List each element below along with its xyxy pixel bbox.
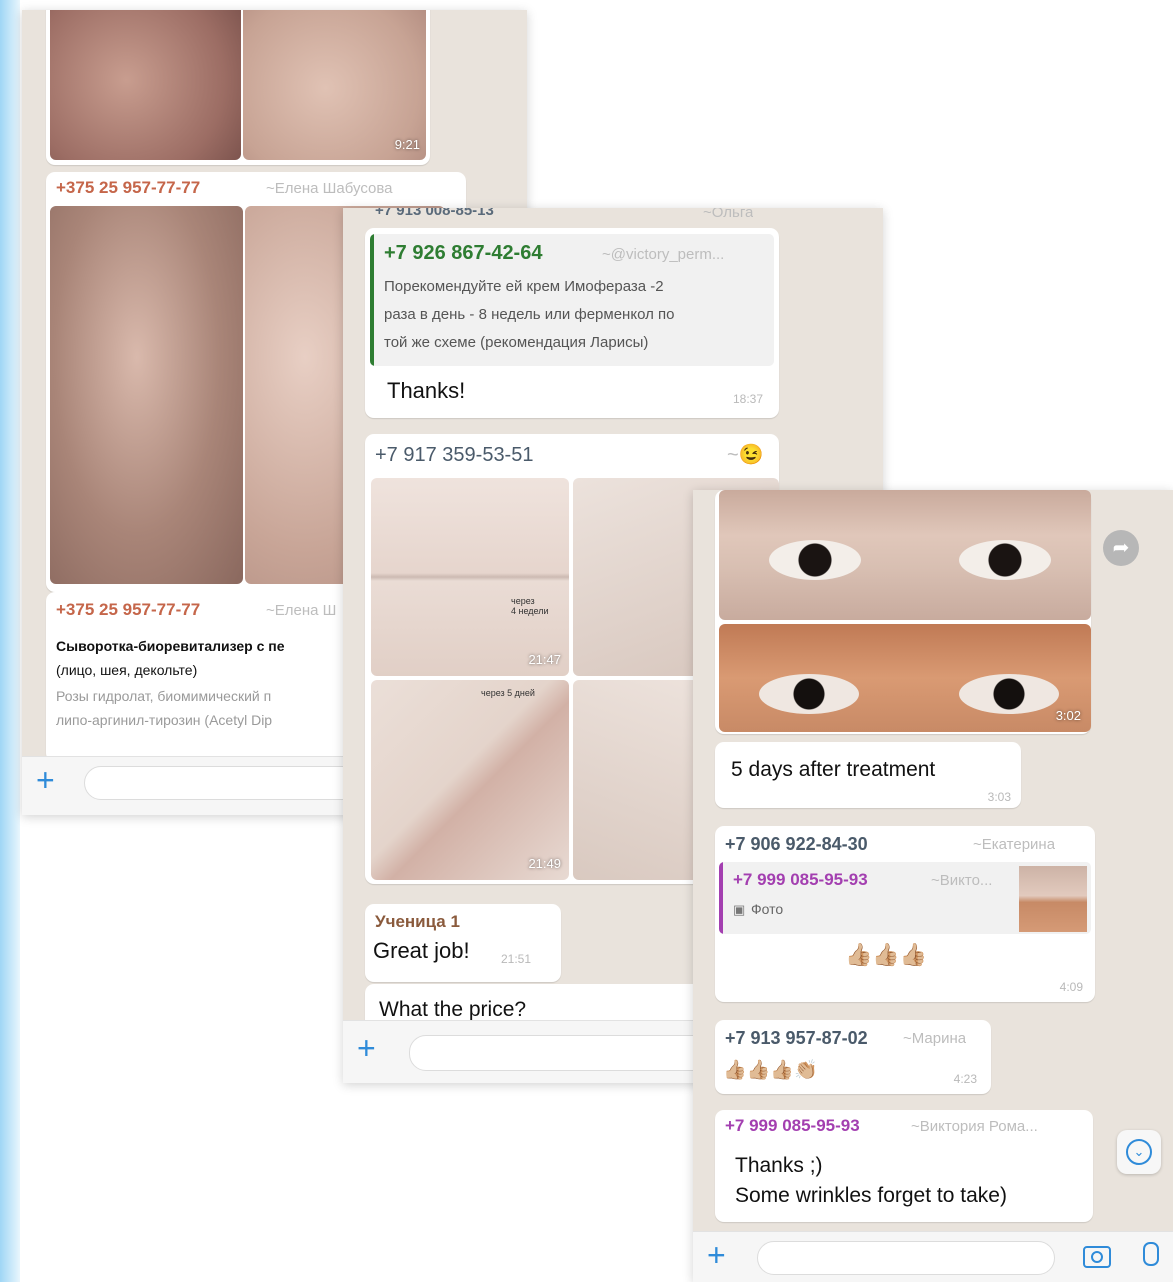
sender-alias: ~😉: [727, 444, 764, 466]
quoted-sender-phone: +7 926 867-42-64: [384, 242, 543, 264]
sender-name[interactable]: Ученица 1: [375, 912, 460, 932]
eyes-photo-top[interactable]: [719, 490, 1091, 620]
belly-photo-3[interactable]: через 5 дней 21:49: [371, 680, 569, 880]
reply-message-great-job[interactable]: Ученица 1 Great job! 21:51: [365, 904, 561, 982]
message-text: Great job!: [373, 938, 470, 963]
message-time: 4:09: [1059, 980, 1083, 994]
reaction-emoji: 👍🏼👍🏼👍🏼👏🏼: [723, 1060, 818, 1081]
message-time: 9:21: [394, 137, 420, 152]
cut-header-phone: +7 913 008-85-13: [375, 208, 494, 219]
quoted-text-line-1: Порекомендуйте ей крем Имофераза -2: [384, 278, 664, 295]
sender-phone[interactable]: +7 906 922-84-30: [725, 834, 868, 855]
photo-time: 3:02: [1055, 708, 1081, 723]
reply-message-thanks[interactable]: +7 926 867-42-64 ~@victory_perm... Порек…: [365, 228, 779, 418]
sender-alias: ~Екатерина: [973, 836, 1056, 853]
quote-bar: [719, 862, 723, 934]
camera-icon[interactable]: [1083, 1246, 1111, 1268]
product-title: Сыворотка-биоревитализер с пе: [56, 638, 285, 654]
scroll-down-icon[interactable]: ⌄: [1117, 1130, 1161, 1174]
message-time: 3:03: [987, 790, 1011, 804]
eye-shape: [769, 540, 861, 580]
sender-alias: ~Виктория Рома...: [911, 1118, 1038, 1135]
quoted-text-line-2: раза в день - 8 недель или ферменкол по: [384, 306, 675, 323]
plus-icon[interactable]: +: [357, 1031, 376, 1065]
message-text-line-2: Some wrinkles forget to take): [735, 1184, 1007, 1207]
eyes-photo-bottom[interactable]: 3:02: [719, 624, 1091, 732]
quoted-message[interactable]: +7 926 867-42-64 ~@victory_perm... Порек…: [370, 234, 774, 366]
sender-alias: ~Елена Шабусова: [266, 180, 393, 197]
sender-phone[interactable]: +7 917 359-53-51: [375, 444, 533, 467]
thumbs-up-emoji: 👍🏼👍🏼👍🏼: [845, 942, 928, 967]
sender-phone[interactable]: +375 25 957-77-77: [56, 600, 200, 620]
belly-photo-1[interactable]: через 4 недели 21:47: [371, 478, 569, 676]
eye-wrinkles-photo-before[interactable]: [50, 206, 243, 584]
message-text: Thanks!: [387, 378, 466, 403]
plus-icon[interactable]: +: [36, 763, 55, 797]
product-ingredients-line-1: Розы гидролат, биомимический п: [56, 688, 272, 704]
eye-shape: [959, 540, 1051, 580]
sender-phone[interactable]: +7 913 957-87-02: [725, 1028, 868, 1049]
quoted-label: Фото: [751, 901, 784, 917]
chat-screenshot-3: 3:02 ➦ 5 days after treatment 3:03 +7 90…: [693, 490, 1173, 1282]
message-5-days[interactable]: 5 days after treatment 3:03: [715, 742, 1021, 808]
photo-caption: через 4 недели: [511, 596, 549, 616]
product-subtitle: (лицо, шея, декольте): [56, 662, 198, 678]
microphone-icon[interactable]: [1143, 1242, 1159, 1266]
quoted-thumbnail: [1019, 866, 1087, 932]
photo-time: 21:47: [528, 652, 561, 667]
eye-shape: [759, 674, 859, 714]
photo-caption: через 5 дней: [481, 688, 535, 698]
message-thumbs-clap[interactable]: +7 913 957-87-02 ~Марина 👍🏼👍🏼👍🏼👏🏼 4:23: [715, 1020, 991, 1094]
eye-shape: [959, 674, 1059, 714]
quote-bar: [370, 234, 374, 366]
sender-alias: ~Елена Ш: [266, 602, 337, 619]
sender-phone[interactable]: +7 999 085-95-93: [725, 1116, 860, 1136]
sender-phone[interactable]: +375 25 957-77-77: [56, 178, 200, 198]
plus-icon[interactable]: +: [707, 1238, 726, 1272]
forward-icon[interactable]: ➦: [1103, 530, 1139, 566]
message-time: 21:51: [501, 952, 532, 966]
message-text-line-1: Thanks ;): [735, 1154, 823, 1177]
quoted-photo-message[interactable]: +7 999 085-95-93 ~Викто... ▣ Фото: [719, 862, 1091, 934]
message-text: What the price?: [379, 998, 527, 1021]
photo-message-top[interactable]: 9:21: [46, 10, 430, 165]
cut-header-alias: ~Ольга: [703, 208, 754, 221]
left-edge-strip: [0, 0, 20, 1282]
message-time: 18:37: [732, 392, 763, 406]
message-input[interactable]: [757, 1241, 1055, 1275]
eyes-photo-message[interactable]: 3:02: [715, 490, 1091, 734]
message-thanks-wrinkles[interactable]: +7 999 085-95-93 ~Виктория Рома... Thank…: [715, 1110, 1093, 1222]
reply-message-thumbs[interactable]: +7 906 922-84-30 ~Екатерина +7 999 085-9…: [715, 826, 1095, 1002]
quoted-text-line-3: той же схеме (рекомендация Ларисы): [384, 334, 649, 351]
quoted-sender-alias: ~@victory_perm...: [602, 246, 725, 263]
quoted-sender-alias: ~Викто...: [931, 872, 993, 889]
quoted-sender-phone: +7 999 085-95-93: [733, 870, 868, 889]
product-ingredients-line-2: липо-аргинил-тирозин (Acetyl Dip: [56, 712, 273, 728]
skin-photo-before[interactable]: [50, 10, 241, 160]
message-input-bar: +: [693, 1231, 1173, 1282]
message-time: 4:23: [953, 1072, 977, 1086]
photo-icon: ▣: [733, 902, 746, 917]
photo-time: 21:49: [528, 856, 561, 871]
message-text: 5 days after treatment: [731, 758, 936, 781]
sender-alias: ~Марина: [903, 1030, 967, 1047]
